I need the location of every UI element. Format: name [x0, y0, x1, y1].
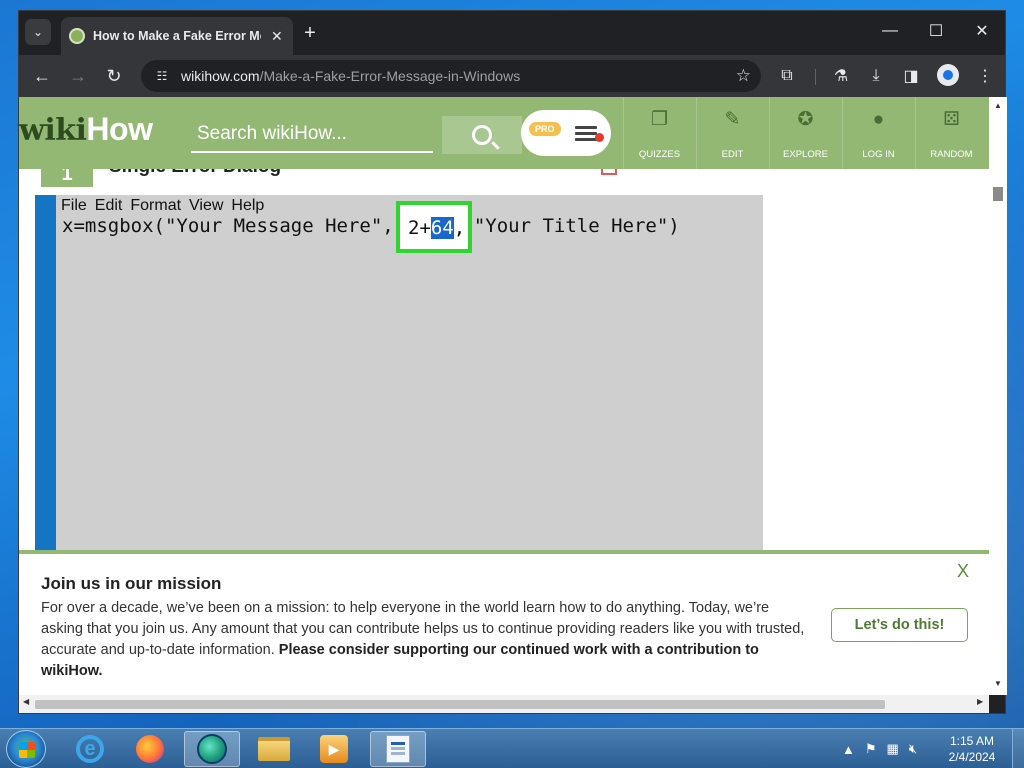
taskbar-internet-explorer[interactable]: e [62, 731, 118, 767]
maximize-button[interactable]: ☐ [913, 11, 959, 51]
pro-menu-button[interactable]: PRO [521, 110, 611, 156]
pencil-icon: ✎ [724, 109, 741, 130]
wikihow-logo[interactable]: wikiHow [19, 111, 153, 148]
start-button[interactable] [6, 730, 46, 768]
tab-search-button[interactable]: ⌄ [25, 19, 51, 45]
taskbar-firefox[interactable] [122, 731, 178, 767]
active-tab[interactable]: How to Make a Fake Error Mes ✕ [61, 17, 293, 55]
download-icon[interactable]: ⤓ [864, 65, 888, 87]
donation-banner: Join us in our mission For over a decade… [19, 550, 989, 695]
quizzes-icon: ❐ [650, 109, 669, 130]
banner-title: Join us in our mission [41, 574, 222, 593]
profile-avatar[interactable] [937, 64, 959, 86]
labs-flask-icon[interactable]: ⚗ [829, 65, 853, 87]
dice-icon: ⚄ [943, 109, 960, 130]
bookmark-ribbon-icon [601, 169, 617, 175]
step-image[interactable]: File Edit Format View Help x=msgbox("You… [35, 195, 763, 555]
reload-button[interactable]: ↻ [103, 65, 125, 87]
url-text[interactable]: wikihow.com/Make-a-Fake-Error-Message-in… [181, 68, 520, 84]
clock-time: 1:15 AM [949, 734, 995, 748]
notepad-icon [386, 735, 410, 763]
banner-close-button[interactable]: X [957, 561, 969, 582]
nav-random[interactable]: ⚄ RANDOM [915, 97, 987, 169]
nav-log-in[interactable]: ● LOG IN [842, 97, 914, 169]
action-center-flag-icon[interactable]: ⚑ [865, 741, 877, 757]
title-bar: ⌄ How to Make a Fake Error Mes ✕ + — ☐ ✕ [19, 11, 1005, 55]
notepad-menu-format: Format [130, 197, 182, 214]
scroll-left-arrow-icon[interactable]: ◀ [23, 697, 29, 706]
scroll-right-arrow-icon[interactable]: ▶ [977, 697, 983, 706]
taskbar: e ▶ ▲ ⚑ ▦ 🔇︎ 1:15 AM 2/4/2024 [0, 728, 1024, 768]
banner-body: For over a decade, we’ve been on a missi… [41, 600, 805, 679]
edge-icon [197, 734, 227, 764]
folder-icon [258, 737, 290, 761]
internet-explorer-icon: e [76, 735, 104, 763]
highlighted-code-box: 2+64, [396, 201, 472, 253]
close-tab-icon[interactable]: ✕ [271, 28, 283, 45]
taskbar-media-player[interactable]: ▶ [306, 731, 362, 767]
show-desktop-button[interactable] [1012, 729, 1024, 768]
system-tray: ▲ ⚑ ▦ 🔇︎ [842, 729, 927, 768]
notepad-menu-edit: Edit [94, 197, 123, 214]
notepad-menu-help: Help [231, 197, 265, 214]
vertical-scrollbar[interactable]: ▲ ▼ [989, 97, 1007, 695]
clock-date: 2/4/2024 [948, 750, 996, 764]
browser-window: ⌄ How to Make a Fake Error Mes ✕ + — ☐ ✕… [18, 10, 1007, 714]
firefox-icon [136, 735, 164, 763]
nav-quizzes[interactable]: ❐ QUIZZES [623, 97, 695, 169]
search-button[interactable] [442, 116, 522, 154]
search-input[interactable]: Search wikiHow... [191, 119, 433, 153]
step-number: 1 [41, 169, 93, 187]
scroll-up-arrow-icon[interactable]: ▲ [989, 99, 1007, 113]
hamburger-menu-icon [574, 123, 604, 144]
scroll-down-arrow-icon[interactable]: ▼ [989, 677, 1007, 691]
menu-kebab-icon[interactable]: ⋮ [973, 65, 997, 87]
notepad-menu: File Edit Format View Help [61, 197, 272, 215]
back-button[interactable]: ← [31, 65, 53, 87]
bookmark-star-icon[interactable]: ☆ [736, 66, 751, 86]
donate-button[interactable]: Let’s do this! [831, 608, 968, 642]
wikihow-favicon-icon [69, 28, 85, 44]
tray-expand-icon[interactable]: ▲ [842, 742, 855, 757]
horizontal-scrollbar-thumb[interactable] [35, 700, 885, 709]
wikihow-header: wikiHow Search wikiHow... PRO ❐ QUIZZES … [19, 97, 989, 169]
minimize-button[interactable]: — [867, 11, 913, 51]
horizontal-scrollbar[interactable]: ◀ ▶ [19, 695, 989, 713]
volume-muted-icon[interactable]: 🔇︎ [909, 741, 917, 757]
taskbar-notepad[interactable] [370, 731, 426, 767]
compass-icon: ✪ [797, 109, 814, 130]
code-line: x=msgbox("Your Message Here", 2+64, "You… [62, 215, 680, 237]
nav-edit[interactable]: ✎ EDIT [696, 97, 768, 169]
notepad-menu-view: View [189, 197, 224, 214]
pro-badge: PRO [529, 122, 561, 136]
taskbar-edge[interactable] [184, 731, 240, 767]
address-bar[interactable]: ☷ wikihow.com/Make-a-Fake-Error-Message-… [141, 60, 761, 92]
new-tab-button[interactable]: + [299, 23, 321, 43]
close-window-button[interactable]: ✕ [959, 11, 1005, 51]
site-info-icon[interactable]: ☷ [153, 67, 171, 85]
image-edge-bar [35, 195, 56, 555]
clock[interactable]: 1:15 AM 2/4/2024 [944, 733, 1000, 765]
tab-title: How to Make a Fake Error Mes [93, 29, 261, 43]
browser-toolbar: ← → ↻ ☷ wikihow.com/Make-a-Fake-Error-Me… [19, 55, 1005, 97]
network-icon[interactable]: ▦ [887, 741, 899, 757]
search-icon [472, 125, 492, 145]
extensions-icon[interactable]: ⧉ [775, 65, 799, 87]
side-panel-icon[interactable]: ◨ [899, 65, 923, 87]
taskbar-explorer[interactable] [246, 731, 302, 767]
nav-explore[interactable]: ✪ EXPLORE [769, 97, 841, 169]
user-icon: ● [872, 109, 885, 130]
step-title: Single Error Dialog [109, 169, 409, 179]
selected-text: 64 [430, 217, 454, 239]
forward-button[interactable]: → [67, 65, 89, 87]
page-viewport: 1 Single Error Dialog File Edit Format V… [19, 97, 989, 695]
scrollbar-thumb[interactable] [993, 187, 1003, 201]
notepad-menu-file: File [61, 197, 87, 214]
media-player-icon: ▶ [320, 735, 348, 763]
